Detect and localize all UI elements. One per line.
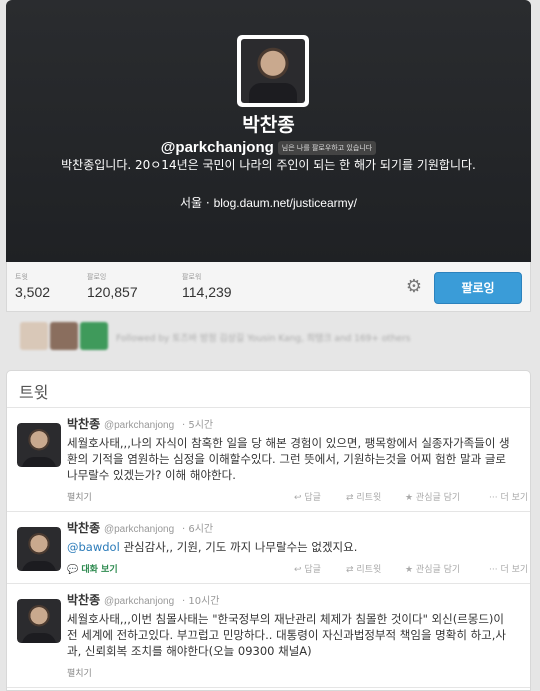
tweet-avatar[interactable] — [17, 527, 61, 571]
tweet-avatar[interactable] — [17, 423, 61, 467]
follower-avatar[interactable] — [50, 322, 78, 350]
tweet-header: 박찬종 @parkchanjong · 6시간 — [67, 520, 518, 538]
profile-bio: 박찬종입니다. 20ㅇ14년은 국민이 나라의 주인이 되는 한 해가 되기를 … — [61, 158, 476, 172]
stat-following-value: 120,857 — [87, 284, 138, 300]
more-button[interactable]: ··· 더 보기 — [489, 562, 528, 575]
tweet-timestamp[interactable]: · 6시간 — [182, 524, 213, 535]
view-conversation-label: 대화 보기 — [81, 565, 118, 575]
reply-button[interactable]: ↩ 답글 — [294, 562, 321, 575]
tweet-header: 박찬종 @parkchanjong · 10시간 — [67, 592, 518, 610]
tweet-avatar-photo — [17, 527, 61, 571]
profile-avatar[interactable] — [237, 35, 309, 107]
stat-followers-label: 팔로워 — [182, 273, 202, 281]
more-button[interactable]: ··· 더 보기 — [489, 490, 528, 503]
profile-handle: @parkchanjong — [160, 139, 274, 156]
favorite-button[interactable]: ★ 관심글 담기 — [405, 562, 460, 575]
chat-bubble-icon: 💬 — [67, 565, 82, 575]
gear-icon[interactable]: ⚙ — [405, 278, 423, 296]
tweet-item[interactable]: 박찬종 @parkchanjong · 6시간 @bawdol 관심감사,, 기… — [7, 512, 530, 584]
location-separator: · — [205, 196, 210, 210]
profile-handle-row: @parkchanjong 님은 나를 팔로우하고 있습니다 — [6, 137, 531, 156]
view-conversation-link[interactable]: 💬 대화 보기 — [67, 562, 118, 575]
tweet-header: 박찬종 @parkchanjong · 5시간 — [67, 416, 518, 434]
stat-tweets-label: 트윗 — [15, 273, 28, 281]
tweet-text: 세월호사태,,,나의 자식이 참혹한 일을 당 해본 경험이 있으면, 팽목항에… — [67, 435, 518, 483]
tweet-item[interactable]: 박찬종 @parkchanjong · 10시간 세월호사태,,,이번 침몰사태… — [7, 584, 530, 688]
profile-location: 서울 — [180, 196, 203, 210]
tweet-actions: 펼치기 ↩ 답글 ⇄ 리트윗 ★ 관심글 담기 ··· 더 보기 — [67, 487, 528, 505]
reply-button[interactable]: ↩ 답글 — [294, 490, 321, 503]
followed-by-text: Followed by 토즈바 방정 김상길 Yousin Kang, 희탱크 … — [116, 334, 411, 344]
stat-tweets-value: 3,502 — [15, 284, 51, 300]
followed-by-bar: Followed by 토즈바 방정 김상길 Yousin Kang, 희탱크 … — [6, 316, 531, 358]
follower-avatar[interactable] — [80, 322, 108, 350]
tweet-author-name[interactable]: 박찬종 — [67, 593, 100, 607]
stat-following[interactable]: 팔로잉 120,857 — [87, 272, 138, 300]
tweet-body: 세월호사태,,,나의 자식이 참혹한 일을 당 해본 경험이 있으면, 팽목항에… — [67, 436, 510, 482]
stat-followers[interactable]: 팔로워 114,239 — [182, 272, 232, 300]
following-button[interactable]: 팔로잉 — [434, 272, 522, 304]
retweet-button[interactable]: ⇄ 리트윗 — [346, 562, 381, 575]
tweet-timestamp[interactable]: · 10시간 — [182, 596, 219, 607]
tweet-timestamp[interactable]: · 5시간 — [182, 420, 213, 431]
tweet-actions: 펼치기 — [67, 663, 518, 681]
tweet-author-handle[interactable]: @parkchanjong — [104, 524, 174, 535]
tweet-item[interactable]: 박찬종 @parkchanjong · 5시간 세월호사태,,,나의 자식이 참… — [7, 408, 530, 512]
stat-tweets[interactable]: 트윗 3,502 — [15, 272, 50, 300]
retweet-button[interactable]: ⇄ 리트윗 — [346, 490, 381, 503]
profile-photo — [241, 39, 305, 103]
expand-link[interactable]: 펼치기 — [67, 490, 92, 503]
favorite-button[interactable]: ★ 관심글 담기 — [405, 490, 460, 503]
tweet-author-name[interactable]: 박찬종 — [67, 417, 100, 431]
tweet-text: @bawdol 관심감사,, 기원, 기도 까지 나무랄수는 없겠지요. — [67, 539, 518, 555]
stat-followers-value: 114,239 — [182, 284, 232, 300]
tweet-body: 관심감사,, 기원, 기도 까지 나무랄수는 없겠지요. — [119, 540, 358, 554]
tweet-actions: 💬 대화 보기 ↩ 답글 ⇄ 리트윗 ★ 관심글 담기 ··· 더 보기 — [67, 559, 528, 577]
tweets-header: 트윗 — [7, 371, 530, 408]
profile-url-link[interactable]: blog.daum.net/justicearmy/ — [214, 196, 357, 210]
profile-header: 박찬종 @parkchanjong 님은 나를 팔로우하고 있습니다 박찬종입니다… — [6, 0, 531, 262]
tweet-mention[interactable]: @bawdol — [67, 540, 120, 554]
stat-following-label: 팔로잉 — [87, 273, 107, 281]
profile-location-row: 서울 · blog.daum.net/justicearmy/ — [6, 194, 531, 211]
expand-link[interactable]: 펼치기 — [67, 666, 92, 679]
tweet-text: 세월호사태,,,이번 침몰사태는 "한국정부의 재난관리 체제가 침몰한 것이다… — [67, 611, 518, 659]
tweet-avatar-photo — [17, 423, 61, 467]
tweet-author-handle[interactable]: @parkchanjong — [104, 596, 174, 607]
follower-avatar[interactable] — [20, 322, 48, 350]
tweet-author-handle[interactable]: @parkchanjong — [104, 420, 174, 431]
tweet-body: 세월호사태,,,이번 침몰사태는 "한국정부의 재난관리 체제가 침몰한 것이다… — [67, 612, 506, 658]
tweets-timeline: 트윗 박찬종 @parkchanjong · 5시간 세월호사태,,,나의 자식… — [6, 370, 531, 691]
tweet-avatar-photo — [17, 599, 61, 643]
profile-name: 박찬종 — [242, 114, 295, 136]
tweet-author-name[interactable]: 박찬종 — [67, 521, 100, 535]
follows-you-badge: 님은 나를 팔로우하고 있습니다 — [277, 141, 377, 155]
profile-stats-bar: 트윗 3,502 팔로잉 120,857 팔로워 114,239 ⚙ 팔로잉 — [6, 262, 531, 312]
tweet-avatar[interactable] — [17, 599, 61, 643]
